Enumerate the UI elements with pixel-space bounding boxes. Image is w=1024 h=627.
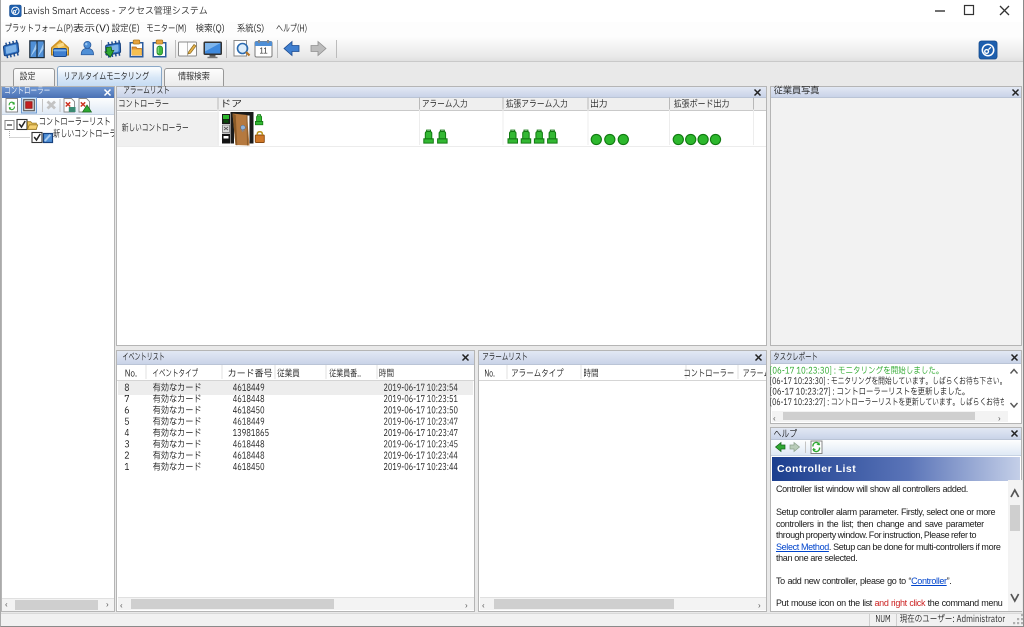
svg-text:11: 11: [259, 47, 268, 56]
